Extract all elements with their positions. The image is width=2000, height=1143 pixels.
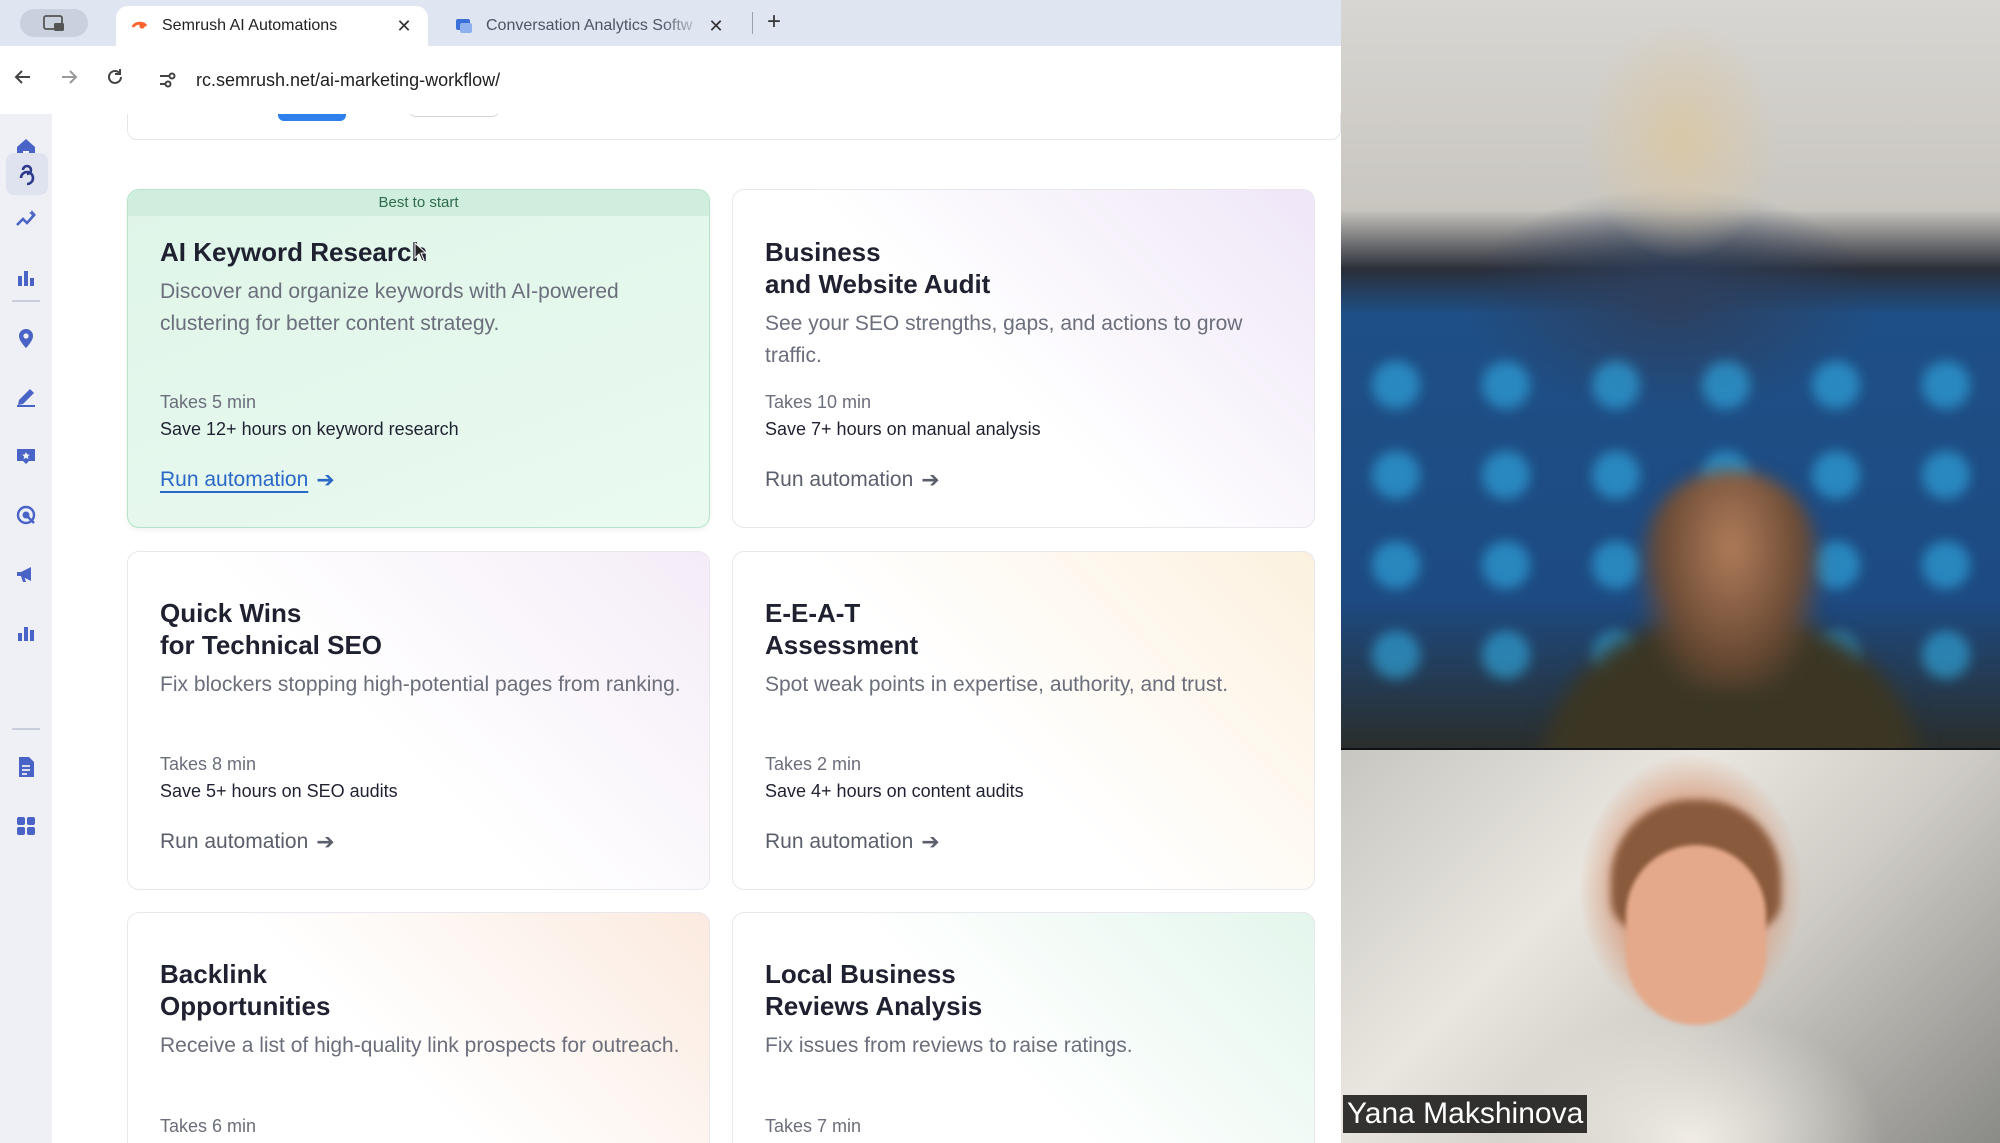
filter-tab-active[interactable] [278, 114, 346, 121]
address-bar[interactable]: rc.semrush.net/ai-marketing-workflow/ [146, 58, 500, 102]
tab-title: Semrush AI Automations [162, 17, 338, 34]
automation-card-eeat-assessment[interactable]: E-E-A-T Assessment Spot weak points in e… [732, 551, 1315, 890]
card-title: Local Business Reviews Analysis [765, 959, 983, 1021]
close-tab-icon[interactable]: ✕ [706, 16, 726, 37]
card-description: Fix issues from reviews to raise ratings… [765, 1034, 1133, 1057]
card-title: Quick Wins for Technical SEO [160, 598, 383, 660]
best-to-start-badge: Best to start [128, 190, 709, 216]
app-sidebar [0, 114, 52, 1143]
review-icon[interactable] [12, 442, 40, 470]
filter-bar [127, 114, 1341, 140]
run-automation-label: Run automation [765, 468, 914, 491]
megaphone-icon[interactable] [12, 560, 40, 588]
automation-card-business-website-audit[interactable]: Business and Website Audit See your SEO … [732, 189, 1315, 528]
tab-conversation-analytics[interactable]: Conversation Analytics Softw ✕ [440, 6, 740, 46]
automation-icon[interactable] [6, 153, 48, 195]
reload-icon [108, 69, 122, 84]
card-savings: Save 5+ hours on SEO audits [160, 781, 398, 801]
video-call-panel: Yana Makshinova [1341, 0, 2000, 1143]
card-title: Business and Website Audit [765, 237, 991, 299]
run-automation-label: Run automation [160, 830, 309, 853]
arrow-right-icon [62, 70, 78, 84]
main-content: Best to start AI Keyword Research Discov… [52, 114, 1341, 1143]
site-info-icon[interactable] [152, 65, 182, 95]
run-automation-label: Run automation [160, 468, 309, 491]
tab-separator [752, 12, 753, 34]
card-duration: Takes 5 min [160, 392, 257, 412]
card-description: See your SEO strengths, gaps, and action… [765, 312, 1243, 367]
chat-favicon-icon [454, 16, 474, 36]
sidebar-divider [12, 300, 40, 302]
location-pin-icon[interactable] [12, 324, 40, 352]
automation-card-backlink-opportunities[interactable]: Backlink Opportunities Receive a list of… [127, 912, 710, 1143]
card-title: E-E-A-T Assessment [765, 598, 919, 660]
card-description: Discover and organize keywords with AI-p… [160, 280, 619, 335]
stats-icon[interactable] [12, 619, 40, 647]
bar-chart-icon[interactable] [12, 264, 40, 292]
close-tab-icon[interactable]: ✕ [394, 16, 414, 37]
tab-strip: Semrush AI Automations ✕ Conversation An… [0, 0, 1341, 46]
browser-toolbar: rc.semrush.net/ai-marketing-workflow/ [0, 46, 1341, 114]
card-savings: Save 7+ hours on manual analysis [765, 419, 1041, 439]
automation-card-local-business-reviews[interactable]: Local Business Reviews Analysis Fix issu… [732, 912, 1315, 1143]
card-duration: Takes 8 min [160, 754, 257, 774]
mouse-cursor-icon [414, 242, 428, 262]
card-duration: Takes 2 min [765, 754, 862, 774]
semrush-favicon-icon [130, 16, 150, 36]
tab-semrush-ai-automations[interactable]: Semrush AI Automations ✕ [116, 6, 428, 46]
reload-button[interactable] [92, 67, 138, 93]
tab-search-button[interactable] [20, 9, 88, 37]
run-automation-link[interactable]: Run automation ➔ [765, 467, 940, 493]
arrow-right-icon: ➔ [316, 467, 335, 492]
url-text[interactable]: rc.semrush.net/ai-marketing-workflow/ [196, 70, 500, 91]
participant-video-tile: Yana Makshinova [1341, 750, 2000, 1143]
card-title: Backlink Opportunities [160, 959, 331, 1021]
card-duration: Takes 7 min [765, 1116, 862, 1136]
arrow-right-icon: ➔ [316, 829, 335, 854]
filter-button[interactable] [408, 114, 500, 117]
automation-card-ai-keyword-research[interactable]: Best to start AI Keyword Research Discov… [127, 189, 710, 528]
automation-card-quick-wins-technical-seo[interactable]: Quick Wins for Technical SEO Fix blocker… [127, 551, 710, 890]
trend-icon[interactable] [12, 205, 40, 233]
run-automation-link[interactable]: Run automation ➔ [160, 829, 335, 855]
browser-window: Semrush AI Automations ✕ Conversation An… [0, 0, 1341, 1143]
arrow-left-icon [14, 70, 30, 84]
apps-grid-icon[interactable] [12, 812, 40, 840]
target-icon[interactable] [12, 501, 40, 529]
run-automation-link[interactable]: Run automation ➔ [765, 829, 940, 855]
arrow-right-icon: ➔ [921, 829, 940, 854]
card-duration: Takes 10 min [765, 392, 872, 412]
tab-list-icon [43, 15, 64, 31]
tab-title: Conversation Analytics Softw [486, 17, 693, 34]
new-tab-button[interactable]: + [760, 8, 788, 36]
sidebar-divider [12, 728, 40, 730]
document-icon[interactable] [12, 753, 40, 781]
card-description: Spot weak points in expertise, authority… [765, 673, 1229, 696]
participant-video-tile [1341, 0, 2000, 748]
card-description: Receive a list of high-quality link pros… [160, 1034, 680, 1057]
participant-silhouette [1626, 845, 1766, 1025]
card-savings: Save 4+ hours on content audits [765, 781, 1024, 801]
card-duration: Takes 6 min [160, 1116, 257, 1136]
card-savings: Save 12+ hours on keyword research [160, 419, 459, 439]
edit-icon[interactable] [12, 383, 40, 411]
participant-name-label: Yana Makshinova [1343, 1095, 1588, 1133]
back-button[interactable] [0, 67, 46, 93]
run-automation-label: Run automation [765, 830, 914, 853]
arrow-right-icon: ➔ [921, 467, 940, 492]
card-description: Fix blockers stopping high-potential pag… [160, 673, 681, 696]
run-automation-link[interactable]: Run automation ➔ [160, 467, 335, 493]
forward-button[interactable] [46, 67, 92, 93]
participant-silhouette [1641, 470, 1821, 690]
